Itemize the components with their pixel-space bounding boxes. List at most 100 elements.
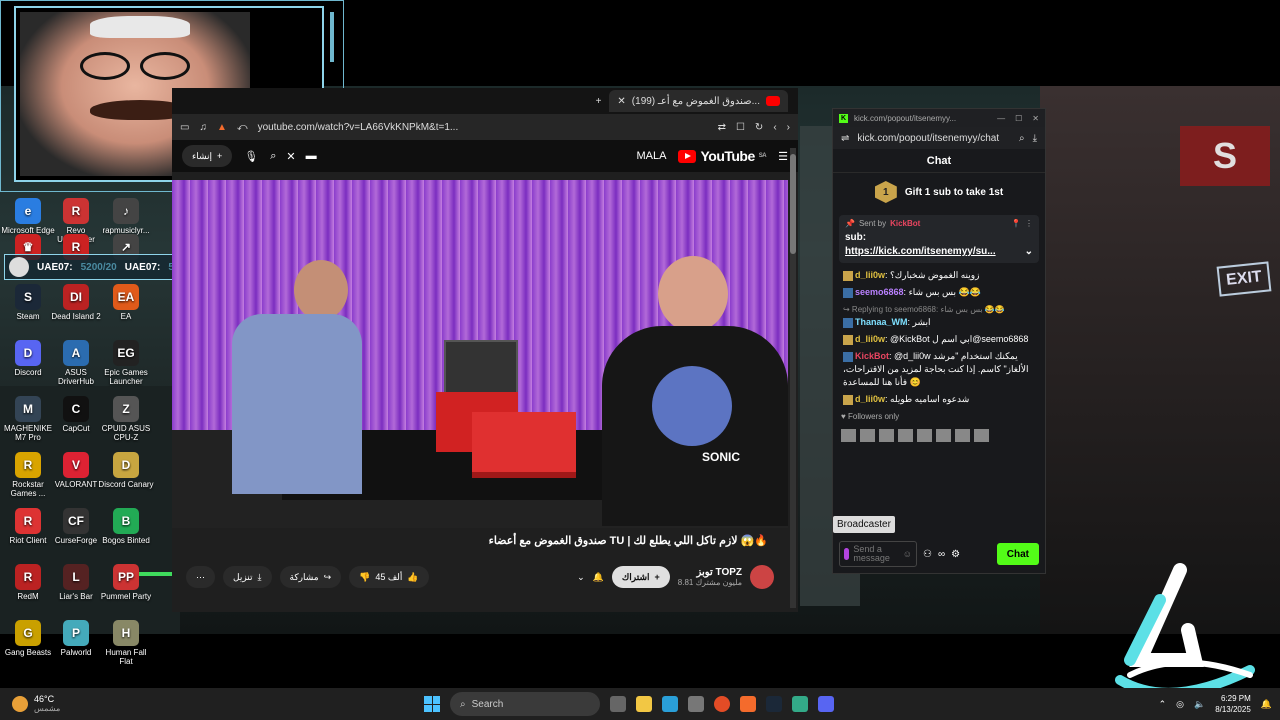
desktop-icon[interactable]: C CapCut <box>48 396 104 433</box>
desktop-icon[interactable]: A ASUS DriverHub <box>48 340 104 386</box>
reload-icon[interactable]: ↻ <box>755 122 763 133</box>
keyboard-icon[interactable]: ▬ <box>306 150 317 162</box>
volume-icon[interactable]: 🔈 <box>1194 699 1205 710</box>
search-bar[interactable]: ⌕ ✕ ▬ MALA <box>270 150 666 163</box>
clock[interactable]: 6:29 PM 8/13/2025 <box>1215 693 1251 715</box>
youtube-logo[interactable]: YouTube SA <box>678 148 767 164</box>
emote-icon[interactable] <box>841 429 856 442</box>
maximize-icon[interactable]: ☐ <box>1015 114 1022 123</box>
chat-message[interactable]: d_lii0w: @KickBot ابي اسم ل@seemo6868 <box>833 331 1045 348</box>
channel-avatar[interactable] <box>750 565 774 589</box>
more-button[interactable]: ⋯ <box>186 566 215 588</box>
windows-start-icon[interactable] <box>424 696 440 712</box>
zoom-icon[interactable]: ⌕ <box>1019 133 1025 144</box>
channel-info[interactable]: توبز TOPZ 8.81 مليون مشترك <box>678 567 742 587</box>
send-chat-button[interactable]: Chat <box>996 543 1039 565</box>
bell-icon[interactable]: 🔔 <box>593 572 604 583</box>
back-icon[interactable]: ‹ <box>773 122 776 133</box>
desktop-icon[interactable]: CF CurseForge <box>48 508 104 545</box>
chevron-down-icon[interactable]: ⌄ <box>1025 245 1033 259</box>
chat-message[interactable]: d_lii0w: شدعوه اساميه طويله <box>833 391 1045 408</box>
chevron-down-icon[interactable]: ⌄ <box>577 572 585 583</box>
discord-icon[interactable] <box>818 696 834 712</box>
chat-username[interactable]: d_lii0w <box>855 394 885 404</box>
close-icon[interactable]: ✕ <box>1032 114 1039 123</box>
chat-url[interactable]: kick.com/popout/itsenemyy/chat <box>857 133 1011 144</box>
share-icon[interactable]: ⤺ <box>237 122 248 133</box>
site-info-icon[interactable]: ⇌ <box>841 133 849 144</box>
emote-icon[interactable] <box>974 429 989 442</box>
chat-username[interactable]: Thanaa_WM <box>855 317 908 327</box>
gift-sub-banner[interactable]: 1 Gift 1 sub to take 1st <box>833 173 1045 211</box>
chat-message[interactable]: seemo6868: بس بس شاء 😂😂 <box>833 284 1045 301</box>
share-button[interactable]: مشاركة ↪ <box>279 566 342 588</box>
desktop-icon[interactable]: EG Epic Games Launcher <box>98 340 154 386</box>
desktop-icon[interactable]: EA EA <box>98 284 154 321</box>
desktop-icon[interactable]: B Bogos Binted <box>98 508 154 545</box>
chat-message[interactable]: d_lii0w: زوينه الغموض شخبارك؟ <box>833 267 1045 284</box>
emote-icon[interactable] <box>860 429 875 442</box>
emote-icon[interactable] <box>936 429 951 442</box>
desktop-icon[interactable]: DI Dead Island 2 <box>48 284 104 321</box>
desktop-icon[interactable]: P Palworld <box>48 620 104 657</box>
music-icon[interactable]: ♫ <box>199 122 207 133</box>
desktop-icon[interactable]: Z CPUID ASUS CPU-Z <box>98 396 154 442</box>
pinned-bot-name[interactable]: KickBot <box>890 219 920 228</box>
chrome-icon[interactable] <box>714 696 730 712</box>
page-scrollbar[interactable] <box>790 148 796 608</box>
unpin-icon[interactable]: 📍 <box>1011 219 1021 228</box>
infinity-icon[interactable]: ∞ <box>938 549 945 560</box>
store-icon[interactable] <box>688 696 704 712</box>
create-button[interactable]: إنشاء + <box>182 145 233 167</box>
weather-widget[interactable]: 46°C مشمس <box>0 694 200 714</box>
search-input[interactable]: MALA <box>327 150 667 162</box>
edge-icon[interactable] <box>662 696 678 712</box>
tune-icon[interactable]: ⇄ <box>718 122 726 133</box>
desktop-icon[interactable]: D Discord Canary <box>98 452 154 489</box>
subscribe-button[interactable]: اشتراك + <box>611 566 670 588</box>
sidebar-icon[interactable]: ▭ <box>180 122 189 133</box>
desktop-icon[interactable]: L Liar's Bar <box>48 564 104 601</box>
tab-youtube[interactable]: ✕ (199) صندوق الغموض مع أعـ... <box>609 90 788 112</box>
steam-icon[interactable] <box>766 696 782 712</box>
like-dislike-button[interactable]: 👎 45 ألف 👍 <box>349 566 429 588</box>
tray-chevron-icon[interactable]: ⌃ <box>1159 699 1167 710</box>
emote-icon[interactable] <box>879 429 894 442</box>
like-icon[interactable]: 👍 <box>407 572 418 583</box>
taskbar-search[interactable]: ⌕ Search <box>450 692 600 716</box>
kebab-menu-icon[interactable]: ⋮ <box>1025 219 1033 228</box>
emote-icon[interactable] <box>898 429 913 442</box>
url-field[interactable]: youtube.com/watch?v=LA66VkKNPkM&t=1... <box>258 122 708 133</box>
clear-icon[interactable]: ✕ <box>286 150 295 163</box>
mic-icon[interactable] <box>844 548 850 560</box>
brave-shield-icon[interactable]: ▲ <box>217 122 227 133</box>
gear-icon[interactable]: ⚙ <box>951 549 960 560</box>
task-view-icon[interactable] <box>610 696 626 712</box>
minimize-icon[interactable]: — <box>997 114 1005 123</box>
emoji-icon[interactable]: ☺ <box>903 549 912 559</box>
chat-message[interactable]: ↪ Replying to seemo6868: بس بس شاء 😂😂 Tha… <box>833 301 1045 331</box>
dislike-icon[interactable]: 👎 <box>359 572 370 583</box>
message-input[interactable]: Send a message ☺ <box>839 541 917 567</box>
users-icon[interactable]: ⚇ <box>923 549 932 560</box>
chat-message[interactable]: KickBot: @d_lii0w يمكنك استخدام "مرشد ال… <box>833 348 1045 391</box>
new-tab-button[interactable]: + <box>596 96 602 107</box>
desktop-icon[interactable]: ♪ rapmusiclyr... <box>98 198 154 235</box>
download-icon[interactable]: ⤓ <box>1033 133 1037 144</box>
kick-app-icon[interactable] <box>792 696 808 712</box>
video-player[interactable]: SONIC <box>172 180 788 528</box>
chat-username[interactable]: seemo6868 <box>855 287 904 297</box>
emote-icon[interactable] <box>955 429 970 442</box>
chat-username[interactable]: d_lii0w <box>855 270 885 280</box>
brave-icon[interactable] <box>740 696 756 712</box>
channel-name[interactable]: توبز TOPZ <box>696 567 742 578</box>
chat-username[interactable]: KickBot <box>855 351 889 361</box>
network-icon[interactable]: ◎ <box>1176 699 1184 710</box>
emote-icon[interactable] <box>917 429 932 442</box>
desktop-icon[interactable]: PP Pummel Party <box>98 564 154 601</box>
pinned-message[interactable]: 📌 Sent by KickBot 📍 ⋮ sub: https://kick.… <box>839 215 1039 263</box>
pinned-link[interactable]: https://kick.com/itsenemyy/su... <box>845 246 996 257</box>
file-explorer-icon[interactable] <box>636 696 652 712</box>
chat-username[interactable]: d_lii0w <box>855 334 885 344</box>
bookmark-icon[interactable]: ☐ <box>736 122 745 133</box>
